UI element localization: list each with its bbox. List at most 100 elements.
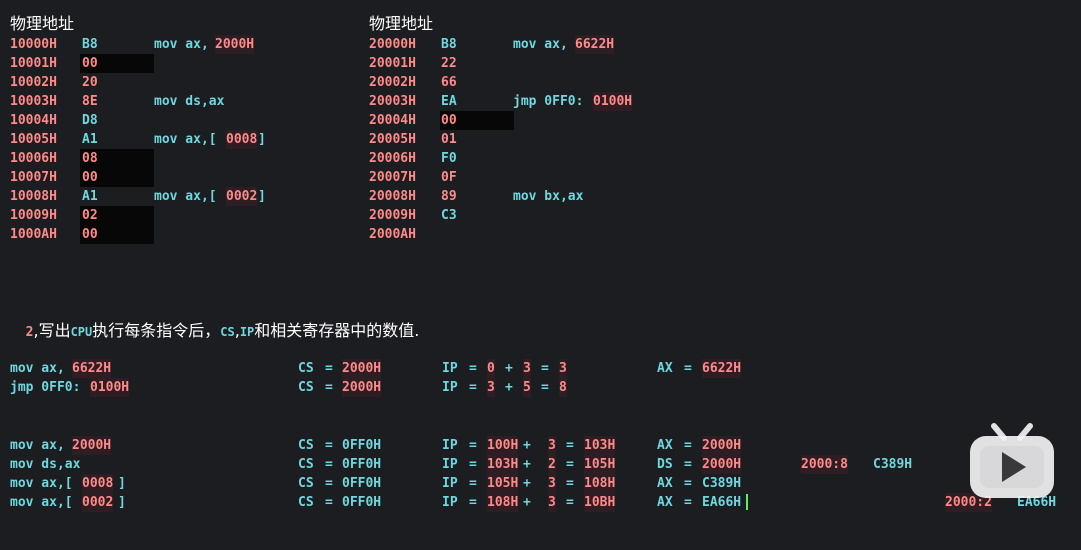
byte-cell: A1: [82, 132, 98, 147]
answer-instruction-operand: 0100H: [90, 378, 130, 397]
bilibili-play-icon[interactable]: [968, 422, 1056, 500]
answer-instruction: mov ax,: [10, 361, 65, 376]
register-value: 6622H: [702, 359, 742, 378]
address-cell: 1000AH: [10, 227, 57, 242]
equals-sign: =: [566, 476, 574, 491]
byte-cell: 22: [441, 56, 457, 71]
address-cell: 20001H: [369, 56, 416, 71]
address-cell: 20006H: [369, 151, 416, 166]
equals-sign: =: [469, 438, 477, 453]
question-text: 执行每条指令后，: [92, 321, 221, 340]
instruction-cell: mov ds,ax: [154, 94, 225, 109]
equals-sign: =: [566, 438, 574, 453]
byte-cell: 01: [441, 132, 457, 147]
question-text: 和相关寄存器中的数值.: [254, 321, 420, 340]
instruction-cell: mov ax,[: [154, 132, 217, 147]
cs-label: CS: [298, 380, 314, 395]
ip-length: 3: [523, 359, 531, 378]
cs-value: 2000H: [342, 359, 382, 378]
note-value: C389H: [873, 457, 913, 472]
ip-label: IP: [442, 495, 458, 510]
instruction-operand: 0100H: [593, 92, 633, 111]
answer-instruction: mov ax,: [10, 438, 65, 453]
equals-sign: =: [566, 495, 574, 510]
instruction-operand: 6622H: [575, 35, 615, 54]
ip-length: 5: [523, 378, 531, 397]
address-cell: 20004H: [369, 113, 416, 128]
answer-instruction: jmp 0FF0:: [10, 380, 81, 395]
byte-cell: 00: [82, 227, 98, 242]
cs-value: 0FF0H: [342, 495, 382, 510]
equals-sign: =: [469, 361, 477, 376]
cs-value: 0FF0H: [342, 476, 382, 491]
byte-cell: A1: [82, 189, 98, 204]
register-value: EA66H: [702, 495, 742, 510]
equals-sign: =: [325, 457, 333, 472]
equals-sign: =: [325, 361, 333, 376]
ip-result: 10BH: [584, 493, 616, 512]
instruction-operand: 2000H: [215, 35, 255, 54]
ip-result: 105H: [584, 455, 616, 474]
cs-label: CS: [298, 495, 314, 510]
instruction-operand: 0008: [226, 130, 258, 149]
note-address: 2000:8: [801, 455, 848, 474]
byte-cell: 00: [82, 170, 98, 185]
equals-sign: =: [325, 380, 333, 395]
ip-length: 3: [548, 493, 556, 512]
ip-label: IP: [442, 380, 458, 395]
address-cell: 10005H: [10, 132, 57, 147]
address-cell: 20005H: [369, 132, 416, 147]
equals-sign: =: [325, 495, 333, 510]
cs-value: 0FF0H: [342, 457, 382, 472]
equals-sign: =: [684, 361, 692, 376]
address-cell: 10006H: [10, 151, 57, 166]
byte-cell: B8: [441, 37, 457, 52]
byte-cell: D8: [82, 113, 98, 128]
question-line: 2,写出CPU执行每条指令后，CS,IP和相关寄存器中的数值.: [10, 302, 420, 340]
ip-length: 3: [548, 474, 556, 493]
address-cell: 20009H: [369, 208, 416, 223]
instruction-cell: mov ax,: [513, 37, 568, 52]
question-cs: CS: [220, 325, 235, 339]
plus-sign: +: [523, 476, 531, 491]
byte-cell: 00: [82, 56, 98, 71]
equals-sign: =: [684, 476, 692, 491]
ip-result: 108H: [584, 474, 616, 493]
plus-sign: +: [505, 380, 513, 395]
equals-sign: =: [469, 380, 477, 395]
plus-sign: +: [523, 457, 531, 472]
equals-sign: =: [469, 457, 477, 472]
byte-cell: 89: [441, 189, 457, 204]
equals-sign: =: [541, 361, 549, 376]
ip-label: IP: [442, 476, 458, 491]
address-cell: 10004H: [10, 113, 57, 128]
address-cell: 20000H: [369, 37, 416, 52]
ip-label: IP: [442, 361, 458, 376]
equals-sign: =: [541, 380, 549, 395]
instruction-cell: mov bx,ax: [513, 189, 584, 204]
answer-instruction-operand: 6622H: [72, 359, 112, 378]
question-cpu: CPU: [70, 325, 93, 339]
ip-base: 100H: [487, 436, 519, 455]
cs-value: 0FF0H: [342, 438, 382, 453]
register-value: 2000H: [702, 455, 742, 474]
byte-cell: C3: [441, 208, 457, 223]
address-cell: 20003H: [369, 94, 416, 109]
register-label: AX: [657, 361, 673, 376]
register-value: C389H: [702, 476, 742, 491]
address-cell: 10009H: [10, 208, 57, 223]
instruction-cell: mov ax,: [154, 37, 209, 52]
ip-base: 0: [487, 359, 495, 378]
instruction-cell: jmp 0FF0:: [513, 94, 584, 109]
ip-base: 105H: [487, 474, 519, 493]
question-ip: IP: [239, 325, 255, 339]
ip-base: 108H: [487, 493, 519, 512]
cs-label: CS: [298, 438, 314, 453]
ip-label: IP: [442, 457, 458, 472]
equals-sign: =: [325, 438, 333, 453]
question-text: ,写出: [33, 321, 71, 340]
byte-cell: F0: [441, 151, 457, 166]
address-cell: 2000AH: [369, 227, 416, 242]
equals-sign: =: [684, 438, 692, 453]
byte-cell: 00: [441, 113, 457, 128]
